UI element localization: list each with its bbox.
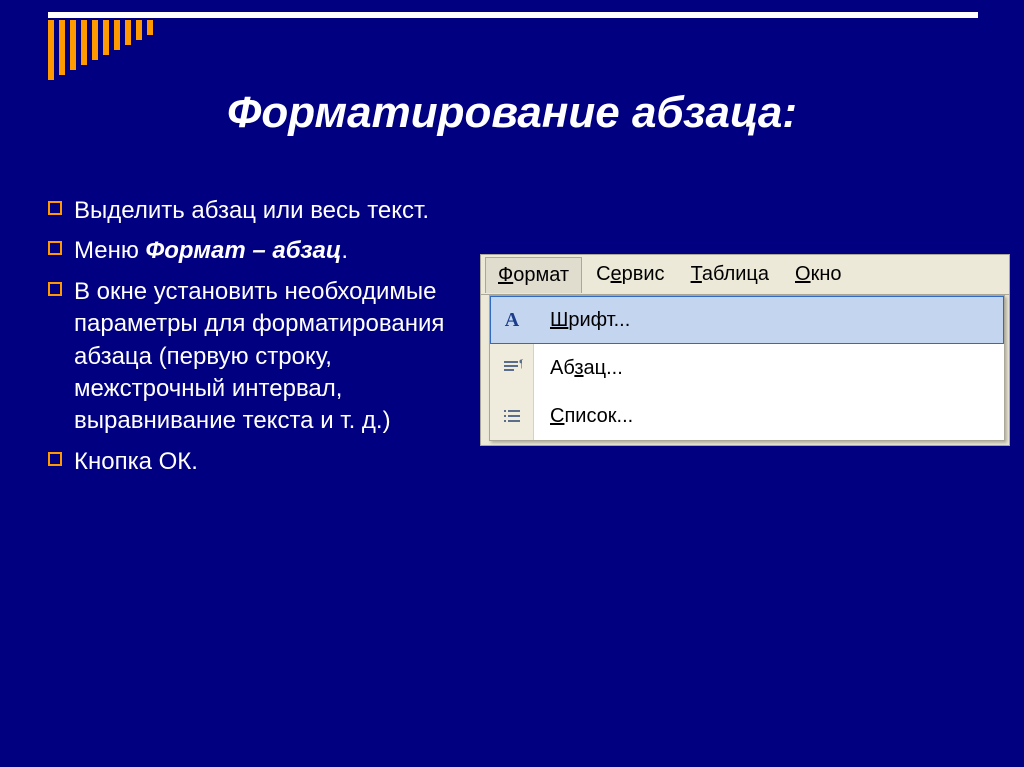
bullet-text-pre: Меню [74,237,146,264]
slide-decoration [0,0,1024,90]
bullet-icon [48,201,62,215]
slide-title: Форматирование абзаца: [0,88,1024,138]
top-rule [48,12,978,18]
dropdown-label: Абзац... [550,357,623,379]
bullet-icon [48,282,62,296]
bullet-text-post: . [341,237,348,264]
list-item: В окне установить необходимые параметры … [48,276,468,438]
bullet-icon [48,452,62,466]
menu-label-text: Таблица [691,263,769,285]
list-item: Меню Формат – абзац. [48,235,468,267]
svg-text:¶: ¶ [519,358,523,370]
menubar: Формат Сервис Таблица Окно [481,255,1009,295]
dropdown-item-font[interactable]: A Шрифт... [490,296,1004,344]
menu-screenshot: Формат Сервис Таблица Окно A Шрифт... ¶ [480,254,1010,446]
dropdown-menu: A Шрифт... ¶ Абзац... [489,295,1005,441]
dropdown-item-paragraph[interactable]: ¶ Абзац... [490,344,1004,392]
menu-service[interactable]: Сервис [584,257,677,292]
font-letter-icon: A [490,296,534,344]
menu-table[interactable]: Таблица [679,257,781,292]
bullet-icon [48,241,62,255]
bullet-text-strong: Формат – абзац [146,237,342,264]
menu-label-text: Окно [795,263,841,285]
list-item: Кнопка ОК. [48,446,468,478]
bullet-text: Кнопка ОК. [74,448,198,475]
menu-format[interactable]: Формат [485,257,582,293]
svg-text:A: A [504,309,519,331]
bullet-list: Выделить абзац или весь текст. Меню Форм… [48,195,468,486]
dropdown-item-list[interactable]: Список... [490,392,1004,440]
dropdown-label: Список... [550,405,633,427]
dropdown-label: Шрифт... [550,309,630,331]
bullet-text: В окне установить необходимые параметры … [74,278,444,435]
bullet-text: Выделить абзац или весь текст. [74,197,429,224]
paragraph-icon: ¶ [490,344,534,392]
list-icon [490,392,534,440]
menu-window[interactable]: Окно [783,257,853,292]
menu-label-text: Сервис [596,263,665,285]
list-item: Выделить абзац или весь текст. [48,195,468,227]
menu-label-text: Формат [498,264,569,286]
orange-bars [48,20,153,80]
